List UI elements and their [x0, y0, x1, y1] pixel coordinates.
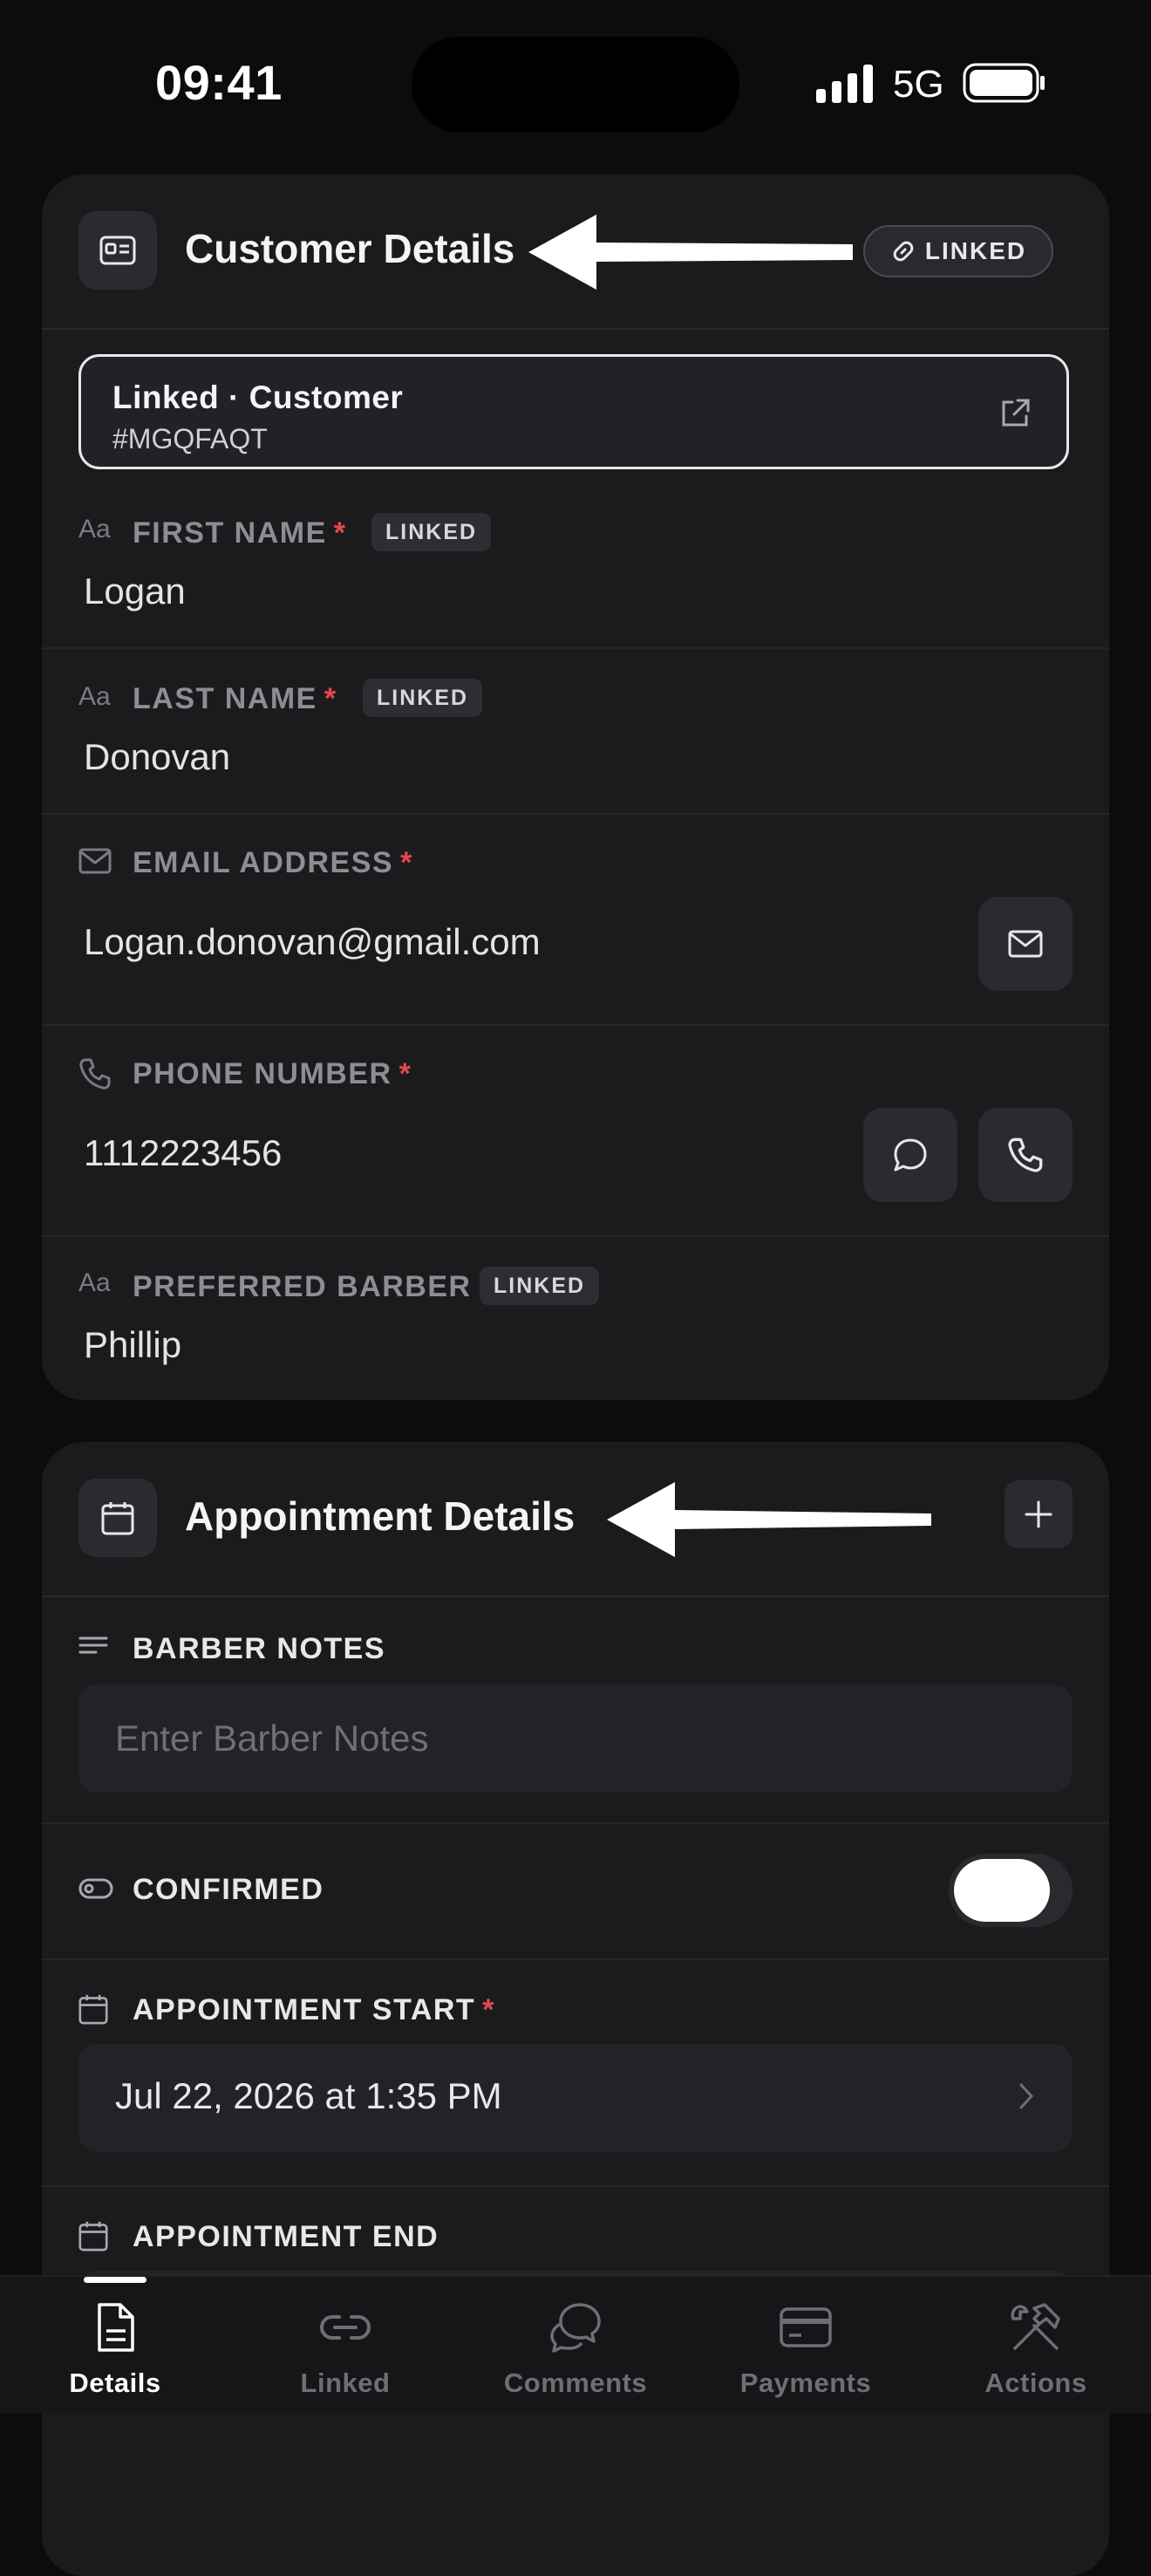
dynamic-island [412, 37, 739, 133]
text-format-icon: Aa [78, 1268, 111, 1296]
tab-label: Linked [300, 2368, 391, 2398]
text-format-icon: Aa [78, 682, 111, 710]
bottom-tab-bar: Details Linked Comments Payments Actions [0, 2275, 1151, 2413]
customer-card-header: Customer Details LINKED [42, 174, 1109, 330]
appointment-start-value: Jul 22, 2026 at 1:35 PM [115, 2075, 502, 2116]
appointment-card-header: Appointment Details [42, 1442, 1109, 1597]
preferred-barber-label: PREFERRED BARBER [133, 1270, 472, 1303]
send-email-button[interactable] [978, 897, 1073, 991]
barber-notes-input[interactable] [78, 1684, 1073, 1793]
link-icon [893, 241, 914, 262]
toggle-icon [78, 1878, 113, 1899]
linked-record-id: #MGQFAQT [112, 423, 268, 454]
pointer-arrow-icon [607, 1482, 931, 1557]
linked-badge-label: LINKED [924, 237, 1027, 264]
pointer-arrow-icon [528, 215, 853, 290]
active-tab-indicator [84, 2277, 146, 2283]
document-icon [98, 2303, 134, 2352]
plus-icon [1025, 1500, 1052, 1528]
linked-tag: LINKED [480, 1267, 600, 1305]
chevron-right-icon [1019, 2083, 1034, 2109]
phone-value[interactable]: 1112223456 [84, 1132, 282, 1174]
first-name-field: Aa FIRST NAME * LINKED Logan [42, 497, 1109, 649]
phone-field: PHONE NUMBER * 1112223456 [42, 1024, 1109, 1237]
tab-linked[interactable]: Linked [230, 2277, 460, 2413]
tab-comments[interactable]: Comments [460, 2277, 691, 2413]
mail-icon [1008, 930, 1043, 958]
add-button[interactable] [1005, 1480, 1073, 1548]
appointment-end-label: APPOINTMENT END [133, 2220, 439, 2253]
calendar-icon [78, 2221, 108, 2251]
phone-icon [79, 1058, 111, 1090]
barber-notes-label: BARBER NOTES [133, 1632, 386, 1665]
phone-icon [1008, 1138, 1043, 1172]
linked-tag: LINKED [363, 679, 483, 717]
first-name-value[interactable]: Logan [84, 571, 186, 612]
comments-icon [550, 2303, 601, 2353]
confirmed-label: CONFIRMED [133, 1873, 324, 1906]
chat-bubble-icon [894, 1138, 927, 1172]
svg-text:Aa: Aa [78, 1268, 111, 1296]
battery-icon [963, 63, 1045, 103]
external-link-icon[interactable] [998, 397, 1032, 430]
notes-lines-icon [78, 1636, 108, 1654]
tab-payments[interactable]: Payments [691, 2277, 921, 2413]
card-title: Customer Details [185, 226, 515, 271]
card-title: Appointment Details [185, 1493, 576, 1539]
tab-label: Payments [739, 2368, 872, 2398]
appointment-start-field: APPOINTMENT START * Jul 22, 2026 at 1:35 … [42, 1958, 1109, 2187]
tab-details[interactable]: Details [0, 2277, 230, 2413]
customer-details-card: Customer Details LINKED Linked · Custome… [42, 174, 1109, 1400]
mail-icon [78, 848, 112, 874]
last-name-value[interactable]: Donovan [84, 736, 230, 778]
appointment-start-label: APPOINTMENT START * [133, 1993, 495, 2026]
call-button[interactable] [978, 1108, 1073, 1202]
email-field: EMAIL ADDRESS * Logan.donovan@gmail.com [42, 813, 1109, 1026]
barber-notes-input-box[interactable] [78, 1684, 1073, 1793]
linked-customer-record[interactable]: Linked · Customer #MGQFAQT [78, 354, 1069, 469]
message-button[interactable] [863, 1108, 957, 1202]
text-format-icon: Aa [78, 515, 111, 543]
phone-label: PHONE NUMBER * [133, 1057, 412, 1090]
appointment-start-picker[interactable]: Jul 22, 2026 at 1:35 PM [78, 2044, 1073, 2152]
last-name-field: Aa LAST NAME * LINKED Donovan [42, 647, 1109, 815]
preferred-barber-field: Aa PREFERRED BARBER LINKED Phillip [42, 1235, 1109, 1400]
svg-text:Aa: Aa [78, 515, 111, 543]
link-icon [320, 2315, 371, 2340]
email-label: EMAIL ADDRESS * [133, 846, 413, 879]
svg-text:Aa: Aa [78, 682, 111, 710]
preferred-barber-value[interactable]: Phillip [84, 1324, 181, 1366]
linked-status-badge[interactable]: LINKED [863, 225, 1053, 277]
tab-label: Details [69, 2368, 161, 2398]
confirmed-toggle[interactable] [949, 1854, 1073, 1927]
linked-record-title: Linked · Customer [112, 379, 404, 415]
clock: 09:41 [155, 55, 283, 110]
tools-icon [1011, 2303, 1060, 2350]
tab-label: Comments [503, 2368, 648, 2398]
tab-label: Actions [984, 2368, 1087, 2398]
email-value[interactable]: Logan.donovan@gmail.com [84, 921, 541, 963]
signal-icon [816, 65, 873, 103]
calendar-icon [78, 1994, 108, 2025]
toggle-knob [954, 1859, 1050, 1922]
id-card-icon [78, 211, 157, 290]
confirmed-field: CONFIRMED [42, 1822, 1109, 1960]
linked-tag: LINKED [371, 513, 492, 551]
network-label: 5G [893, 63, 944, 106]
first-name-label: FIRST NAME * [133, 516, 347, 550]
barber-notes-field: BARBER NOTES [42, 1595, 1109, 1824]
status-bar: 09:41 5G [0, 0, 1151, 166]
card-icon [780, 2307, 832, 2347]
calendar-icon [78, 1479, 157, 1557]
last-name-label: LAST NAME * [133, 682, 337, 715]
tab-actions[interactable]: Actions [921, 2277, 1151, 2413]
